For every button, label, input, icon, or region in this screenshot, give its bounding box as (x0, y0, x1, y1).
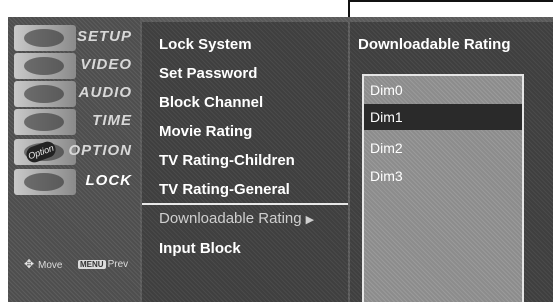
downloadable-rating-panel: Downloadable Rating Dim0 Dim1 Dim2 Dim3 (350, 22, 553, 302)
sidebar-item-lock[interactable]: LOCK (14, 169, 138, 195)
sidebar-item-time[interactable]: TIME (14, 109, 138, 135)
move-hint: Move (24, 257, 63, 271)
panel-title: Downloadable Rating (358, 36, 511, 53)
audio-thumbnail-icon (14, 81, 76, 107)
menu-item-set-password[interactable]: Set Password (159, 65, 257, 82)
prev-hint: MENU Prev (78, 259, 128, 270)
frame-line (348, 0, 553, 17)
time-thumbnail-icon (14, 109, 76, 135)
move-hint-label: Move (38, 259, 63, 271)
menu-item-tv-rating-children[interactable]: TV Rating-Children (159, 152, 295, 169)
move-arrows-icon (24, 257, 36, 271)
sidebar-item-label: AUDIO (78, 84, 132, 101)
navigation-hints: Move MENU Prev (8, 255, 140, 275)
option-dim0[interactable]: Dim0 (370, 82, 403, 98)
option-dim3[interactable]: Dim3 (370, 168, 403, 184)
menu-key-icon: MENU (78, 260, 106, 269)
tv-osd-screen: SETUP VIDEO AUDIO TIME Option OPTION LOC… (0, 0, 553, 302)
setup-thumbnail-icon (14, 25, 76, 51)
menu-item-input-block[interactable]: Input Block (159, 240, 241, 257)
lock-submenu: Lock System Set Password Block Channel M… (142, 22, 348, 302)
sidebar-item-option[interactable]: Option OPTION (14, 139, 138, 165)
option-dim2[interactable]: Dim2 (370, 140, 403, 156)
sidebar-item-audio[interactable]: AUDIO (14, 81, 138, 107)
menu-item-lock-system[interactable]: Lock System (159, 36, 252, 53)
menu-item-tv-rating-general[interactable]: TV Rating-General (159, 181, 290, 198)
sidebar-item-label: LOCK (85, 172, 132, 189)
sidebar-item-label: TIME (92, 112, 132, 129)
menu-item-label: Downloadable Rating (159, 210, 302, 227)
menu-item-block-channel[interactable]: Block Channel (159, 94, 263, 111)
prev-hint-label: Prev (107, 259, 129, 270)
selection-divider-top (142, 203, 348, 205)
menu-item-movie-rating[interactable]: Movie Rating (159, 123, 252, 140)
video-thumbnail-icon (14, 53, 76, 79)
rating-options-list: Dim0 Dim1 Dim2 Dim3 (362, 74, 524, 302)
menu-item-downloadable-rating[interactable]: Downloadable Rating ▶ (159, 210, 314, 227)
sidebar-item-video[interactable]: VIDEO (14, 53, 138, 79)
sidebar-item-setup[interactable]: SETUP (14, 25, 138, 51)
lock-thumbnail-icon (14, 169, 76, 195)
sidebar-item-label: OPTION (68, 142, 132, 159)
submenu-arrow-icon: ▶ (305, 214, 315, 226)
sidebar-item-label: SETUP (76, 28, 132, 45)
option-dim1[interactable]: Dim1 (364, 104, 522, 130)
sidebar-item-label: VIDEO (80, 56, 132, 73)
